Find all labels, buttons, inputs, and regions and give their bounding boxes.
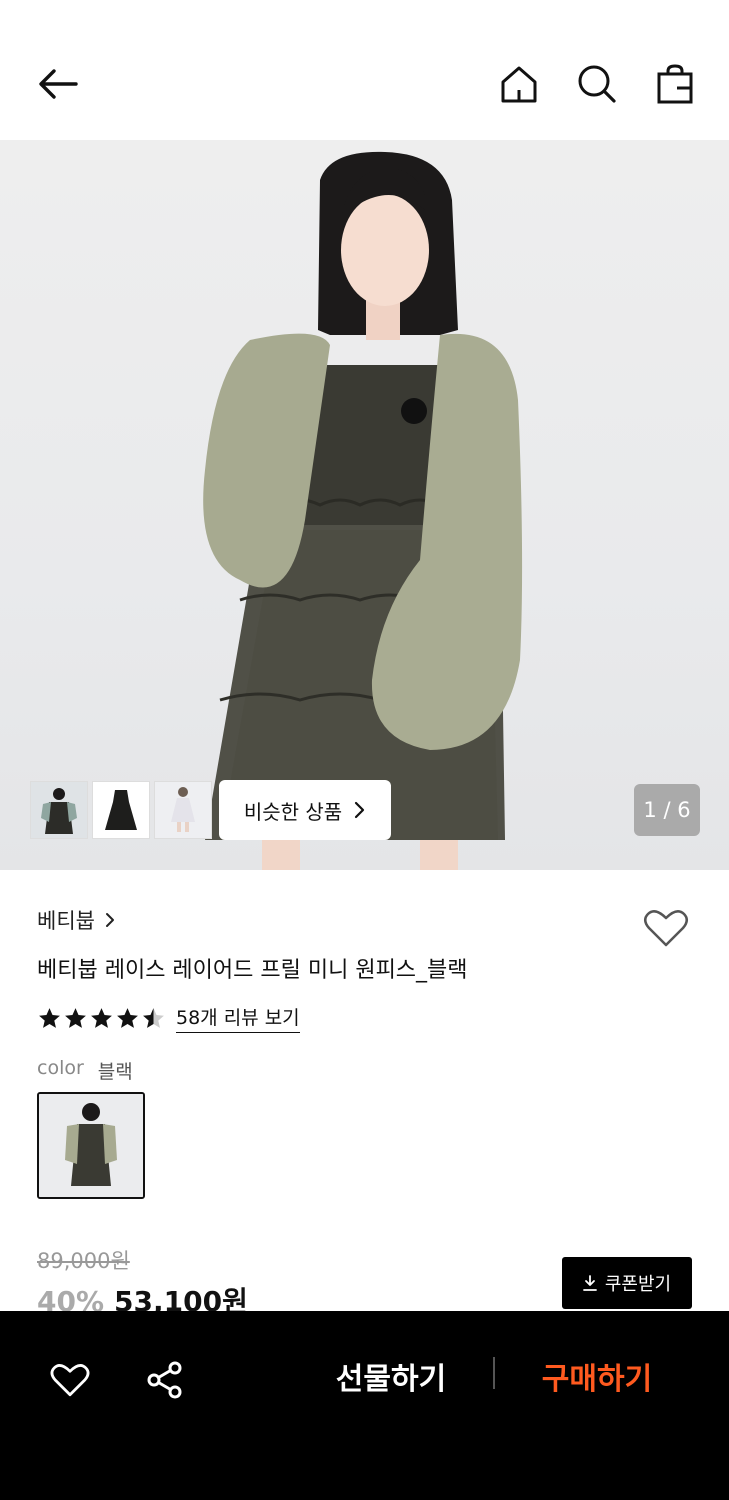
thumbnail-3[interactable] <box>154 781 212 839</box>
color-swatch-black[interactable] <box>37 1092 145 1199</box>
image-page-indicator: 1 / 6 <box>634 784 700 836</box>
reviews-link[interactable]: 58개 리뷰 보기 <box>176 1003 300 1033</box>
chevron-right-icon <box>105 913 114 927</box>
heart-icon <box>50 1364 90 1397</box>
star-icon <box>39 1007 60 1028</box>
thumbnail-image <box>93 782 149 838</box>
color-value: 블랙 <box>97 1061 133 1083</box>
thumbnail-2[interactable] <box>92 781 150 839</box>
star-rating <box>37 1006 166 1031</box>
shopping-bag-icon <box>657 64 693 104</box>
half-star-icon <box>143 1007 164 1028</box>
app-header <box>0 0 729 140</box>
thumbnail-1[interactable] <box>30 781 88 839</box>
brand-name: 베티붑 <box>37 909 95 933</box>
original-price: 89,000원 <box>37 1249 130 1273</box>
star-icon <box>91 1007 112 1028</box>
arrow-left-icon <box>39 69 78 99</box>
wishlist-button[interactable] <box>641 905 691 951</box>
share-button[interactable] <box>140 1355 190 1405</box>
buy-button[interactable]: 구매하기 <box>524 1351 670 1401</box>
chevron-right-icon <box>355 801 365 819</box>
home-icon <box>501 66 537 103</box>
coupon-button[interactable]: 쿠폰받기 <box>562 1257 692 1309</box>
search-button[interactable] <box>575 62 619 106</box>
similar-products-button[interactable]: 비슷한 상품 <box>219 780 391 840</box>
similar-products-label: 비슷한 상품 <box>243 799 343 824</box>
gift-button[interactable]: 선물하기 <box>318 1351 464 1401</box>
bottom-action-bar: 선물하기 구매하기 <box>0 1311 729 1500</box>
rating-row: 58개 리뷰 보기 <box>37 1003 300 1033</box>
color-swatch-image <box>39 1094 143 1197</box>
product-photo <box>203 151 523 870</box>
color-label: color <box>37 1057 84 1079</box>
download-icon <box>582 1275 597 1291</box>
action-divider <box>493 1357 495 1389</box>
thumbnail-image <box>155 782 211 838</box>
back-button[interactable] <box>36 62 80 106</box>
coupon-label: 쿠폰받기 <box>604 1274 672 1295</box>
product-name: 베티붑 레이스 레이어드 프릴 미니 원피스_블랙 <box>37 958 468 983</box>
share-icon <box>147 1361 182 1399</box>
thumbnail-image <box>31 782 87 838</box>
home-button[interactable] <box>497 62 541 106</box>
brand-link[interactable]: 베티붑 <box>37 905 115 935</box>
star-icon <box>117 1007 138 1028</box>
thumbnail-strip <box>30 781 212 839</box>
search-icon <box>578 65 616 103</box>
bottom-wishlist-button[interactable] <box>45 1355 95 1405</box>
color-option-row: color 블랙 <box>37 1057 133 1084</box>
shopping-bag-button[interactable] <box>653 62 697 106</box>
star-icon <box>65 1007 86 1028</box>
heart-icon <box>644 910 688 947</box>
product-image-gallery[interactable]: 비슷한 상품 1 / 6 <box>0 140 729 870</box>
